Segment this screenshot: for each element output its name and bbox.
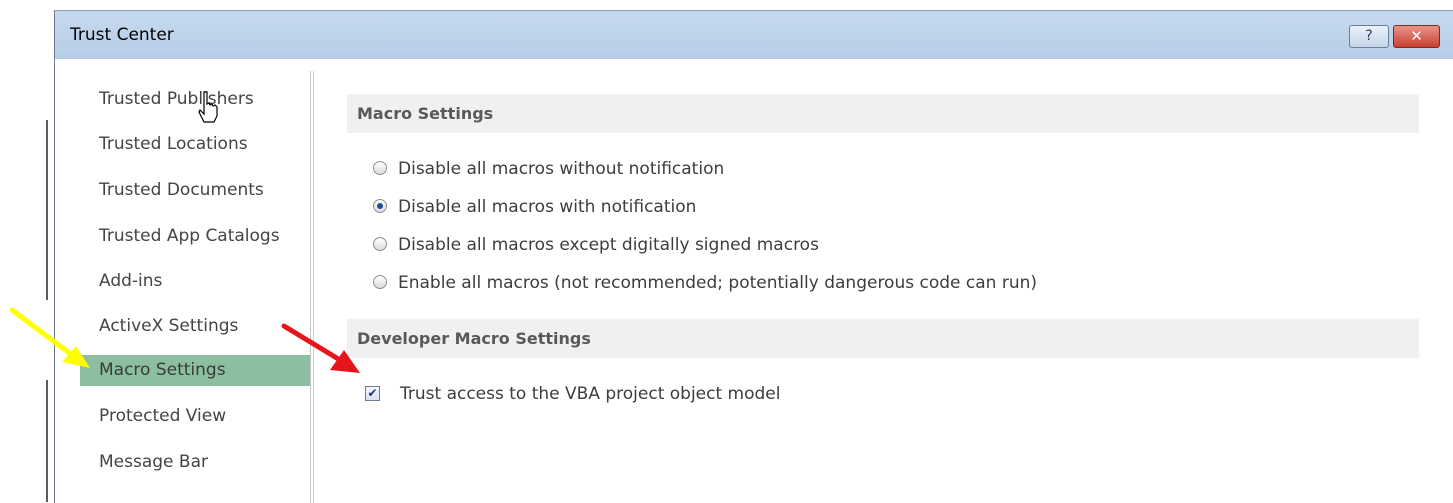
window-title: Trust Center (70, 25, 174, 45)
trust-center-dialog: Trust Center ? ✕ Trusted Publishers Trus… (54, 10, 1453, 503)
radio-disable-except-signed[interactable]: Disable all macros except digitally sign… (373, 231, 819, 259)
option-label: Disable all macros except digitally sign… (398, 235, 819, 255)
sidebar-item-activex-settings[interactable]: ActiveX Settings (80, 311, 310, 342)
sidebar-item-add-ins[interactable]: Add-ins (80, 266, 310, 297)
radio-button[interactable] (373, 275, 387, 289)
help-button[interactable]: ? (1349, 25, 1389, 48)
sidebar-item-trusted-app-catalogs[interactable]: Trusted App Catalogs (80, 221, 310, 252)
yellow-arrow-icon (9, 307, 90, 368)
radio-enable-all-macros[interactable]: Enable all macros (not recommended; pote… (373, 269, 1038, 297)
red-arrow-icon (281, 323, 360, 373)
radio-button[interactable] (373, 237, 387, 251)
radio-button-selected[interactable] (373, 199, 387, 213)
hand-cursor-icon (198, 91, 218, 123)
radio-disable-with-notification[interactable]: Disable all macros with notification (373, 193, 697, 221)
developer-macro-settings-header: Developer Macro Settings (347, 319, 1419, 358)
option-label: Enable all macros (not recommended; pote… (398, 273, 1038, 293)
sidebar-item-trusted-publishers[interactable]: Trusted Publishers (80, 84, 310, 115)
background-window-edge (0, 0, 54, 502)
background-border-line (46, 380, 48, 502)
trust-vba-label: Trust access to the VBA project object m… (400, 384, 781, 404)
radio-disable-without-notification[interactable]: Disable all macros without notification (373, 155, 725, 183)
radio-button[interactable] (373, 161, 387, 175)
close-button[interactable]: ✕ (1393, 25, 1440, 48)
sidebar-item-trusted-locations[interactable]: Trusted Locations (80, 129, 310, 160)
macro-settings-header: Macro Settings (347, 94, 1419, 133)
sidebar-item-macro-settings[interactable]: Macro Settings (80, 355, 310, 386)
background-border-line (46, 120, 48, 300)
trust-vba-checkbox[interactable]: ✔ (365, 386, 380, 401)
sidebar-item-protected-view[interactable]: Protected View (80, 401, 310, 432)
sidebar-item-message-bar[interactable]: Message Bar (80, 447, 310, 478)
dialog-body: Trusted Publishers Trusted Locations Tru… (55, 59, 1453, 503)
option-label: Disable all macros with notification (398, 197, 697, 217)
option-label: Disable all macros without notification (398, 159, 725, 179)
title-bar[interactable]: Trust Center ? ✕ (55, 11, 1453, 59)
sidebar-item-trusted-documents[interactable]: Trusted Documents (80, 175, 310, 206)
sidebar-nav: Trusted Publishers Trusted Locations Tru… (65, 71, 311, 503)
settings-content: Macro Settings Disable all macros withou… (313, 71, 1453, 503)
